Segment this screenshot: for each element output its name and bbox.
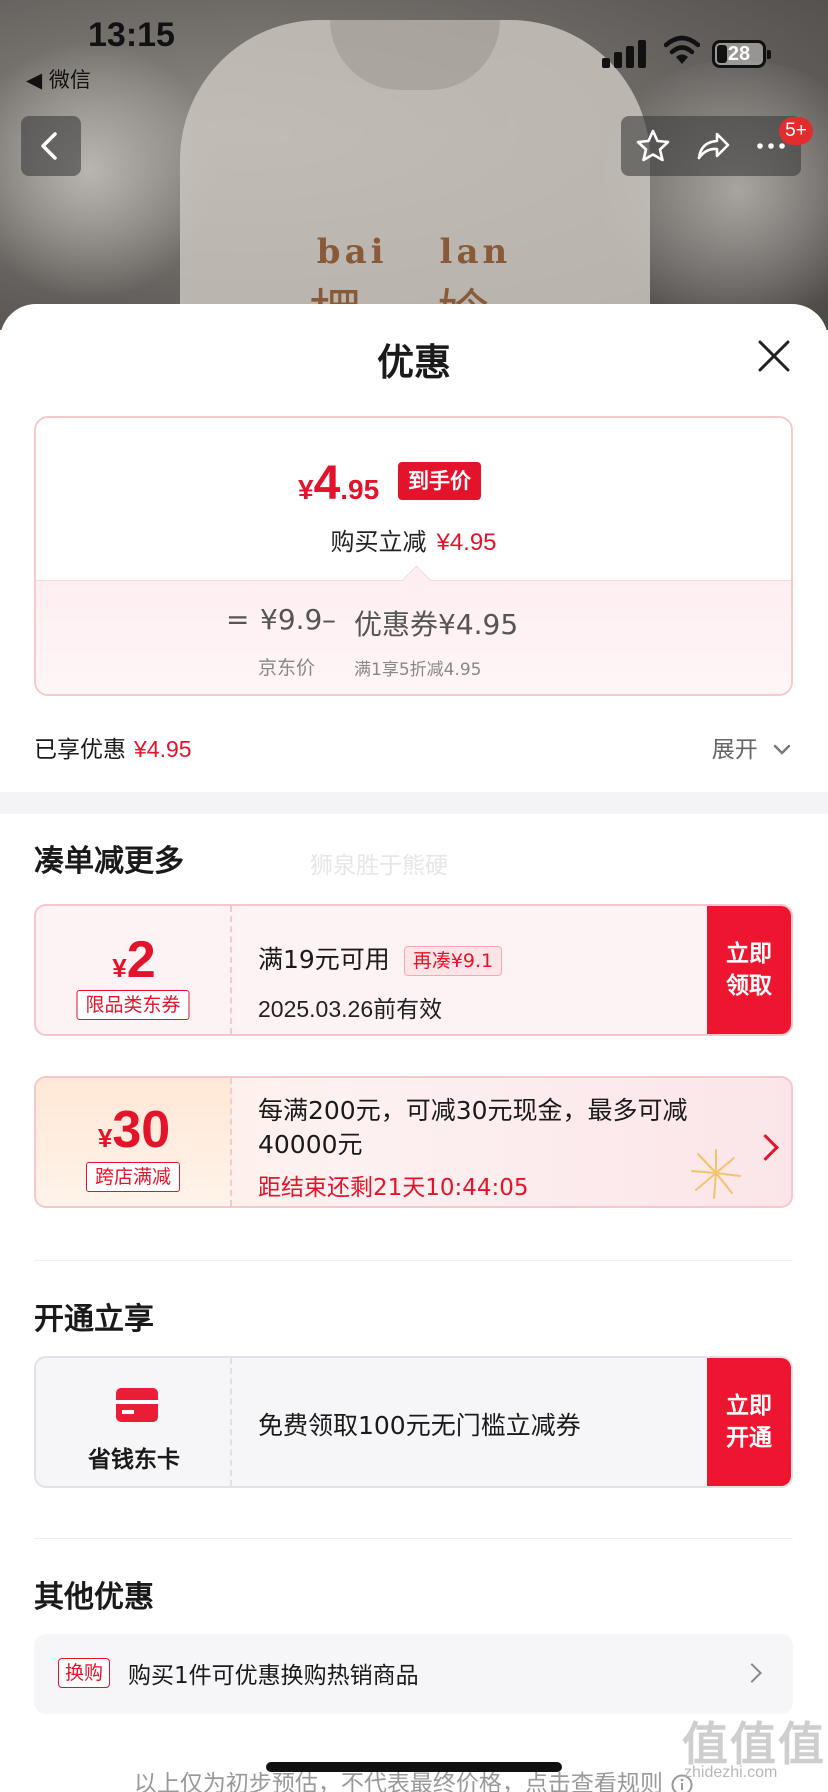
promo-countdown: 距结束还剩21天10:44:05: [258, 1175, 529, 1201]
section-divider: [0, 792, 828, 814]
battery-icon: 28: [712, 40, 771, 68]
wifi-icon: [664, 35, 700, 64]
back-to-wechat[interactable]: ◀ 微信: [26, 64, 91, 94]
share-icon[interactable]: [695, 128, 731, 164]
price-breakdown-card: ¥4.95 到手价 购买立减 ¥4.95 = ¥9.9 – 优惠券¥4.95 京东…: [34, 416, 793, 696]
coupon-category-tag: 限品类东券: [76, 990, 190, 1020]
signal-icon: [602, 38, 650, 68]
status-bar: 13:15 ◀ 微信 28: [0, 0, 828, 100]
coupon-card-cross-store[interactable]: ¥30 跨店满减 每满200元，可减30元现金，最多可减40000元 距结束还剩…: [34, 1076, 793, 1208]
status-time: 13:15: [88, 16, 175, 54]
activate-button[interactable]: 立即开通: [707, 1358, 791, 1486]
chevron-down-icon: [773, 744, 791, 755]
firework-decoration: [691, 1149, 741, 1199]
brand-pinyin: bai lan: [316, 232, 512, 272]
add-more-tag: 再凑¥9.1: [403, 946, 503, 976]
chevron-left-icon: [41, 132, 57, 160]
star-icon[interactable]: [635, 128, 671, 164]
coupon-condition: 满19元可用 再凑¥9.1: [258, 940, 503, 976]
coupon-card-jd: ¥2 限品类东券 满19元可用 再凑¥9.1 2025.03.26前有效 立即领取: [34, 904, 793, 1036]
coupon-discount: 优惠券¥4.95: [354, 608, 519, 641]
equals-sign: =: [226, 603, 250, 636]
enjoyed-value: ¥4.95: [134, 736, 192, 762]
jd-price-label: 京东价: [258, 657, 316, 679]
exchange-tag: 换购: [58, 1658, 111, 1688]
open-benefit-title: 开通立享: [34, 1302, 154, 1337]
coupon-amount: ¥2: [112, 931, 156, 989]
card-icon: [116, 1388, 158, 1422]
jd-price: ¥9.9: [260, 603, 323, 636]
battery-level: 28: [727, 43, 751, 65]
final-price-tag: 到手价: [398, 462, 481, 500]
home-indicator[interactable]: [266, 1762, 562, 1772]
promo-amount: ¥30: [97, 1101, 171, 1159]
chevron-right-icon: [752, 1134, 779, 1161]
expand-button[interactable]: 展开: [712, 730, 793, 764]
coupon-valid-date: 2025.03.26前有效: [258, 996, 443, 1022]
other-discount-title: 其他优惠: [34, 1580, 154, 1615]
card-name: 省钱东卡: [88, 1447, 180, 1473]
exchange-purchase-row[interactable]: 换购 购买1件可优惠换购热销商品: [34, 1634, 793, 1714]
top-actions: [621, 116, 801, 176]
discount-sheet: 优惠 ¥4.95 到手价 购买立减 ¥4.95 = ¥9.9 – 优惠券¥4.95…: [0, 304, 828, 1792]
instant-reduce: 购买立减 ¥4.95: [330, 528, 497, 556]
divider: [34, 1260, 793, 1261]
promo-description: 每满200元，可减30元现金，最多可减40000元: [258, 1096, 688, 1159]
overlay-text: 狮泉胜于熊硬: [310, 853, 448, 879]
chevron-right-icon: [742, 1663, 762, 1683]
price-calculation: = ¥9.9 – 优惠券¥4.95 京东价 满1享5折减4.95: [36, 580, 791, 694]
promo-category-tag: 跨店满减: [85, 1162, 181, 1192]
enjoyed-label: 已享优惠: [34, 737, 126, 763]
coupon-desc: 满1享5折减4.95: [354, 660, 482, 680]
sheet-title: 优惠: [377, 341, 451, 384]
exchange-text: 购买1件可优惠换购热销商品: [128, 1663, 419, 1689]
message-badge: 5+: [779, 117, 813, 145]
enjoyed-discount-row: 已享优惠 ¥4.95 展开: [34, 730, 793, 770]
saving-card: 省钱东卡 免费领取100元无门槛立减券 立即开通: [34, 1356, 793, 1488]
claim-coupon-button[interactable]: 立即领取: [707, 906, 791, 1034]
card-offer-text: 免费领取100元无门槛立减券: [258, 1411, 581, 1440]
close-icon[interactable]: [752, 334, 796, 378]
back-button[interactable]: [21, 116, 81, 176]
divider: [34, 1538, 793, 1539]
site-watermark-url: zhidezhi.com: [684, 1764, 778, 1781]
final-price: ¥4.95: [298, 457, 380, 510]
minus-sign: –: [322, 603, 336, 636]
more-discount-title: 凑单减更多: [34, 844, 184, 879]
